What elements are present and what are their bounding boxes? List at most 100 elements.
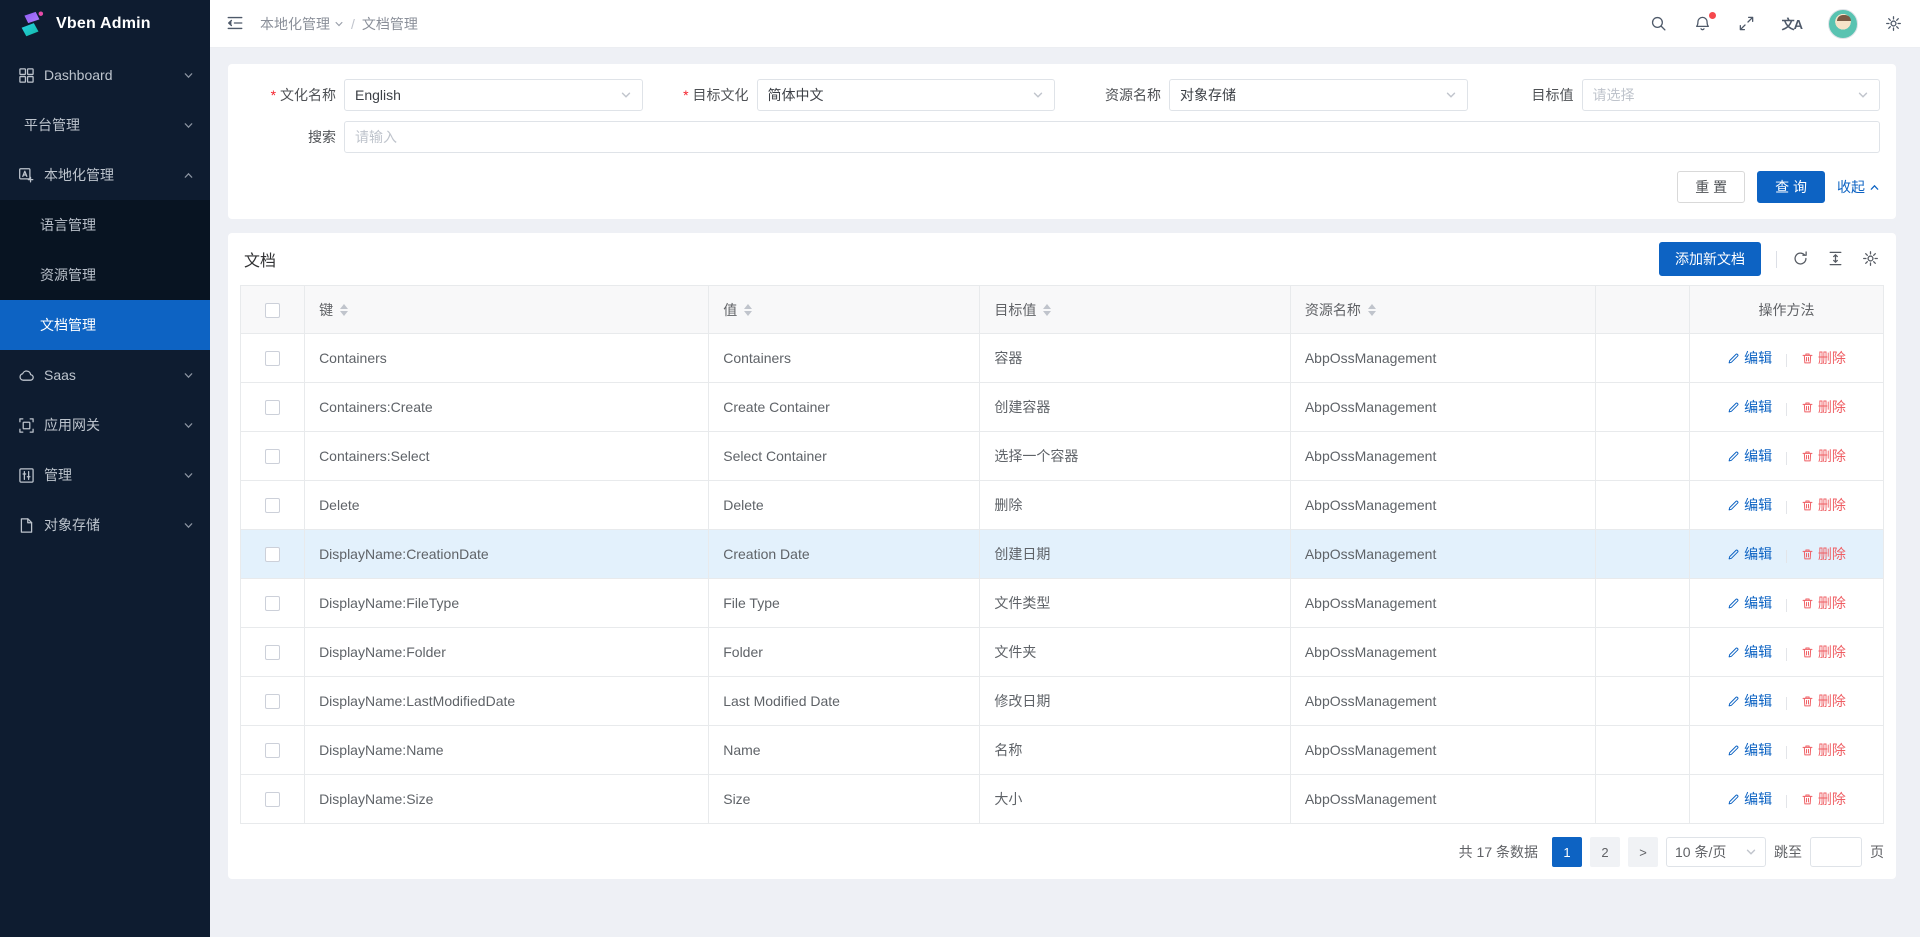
sidebar-menu-item[interactable]: 应用网关 <box>0 400 210 450</box>
cell-empty <box>1596 530 1690 579</box>
refresh-icon[interactable] <box>1792 250 1810 268</box>
sidebar-menu: Dashboard 平台管理 本地化管理 语言管理 资源管理 文档管理 Saas… <box>0 48 210 550</box>
next-page-button[interactable]: > <box>1628 837 1658 867</box>
bell-icon[interactable] <box>1694 15 1712 33</box>
sidebar-submenu-item[interactable]: 语言管理 <box>0 200 210 250</box>
edit-button[interactable]: 编辑 <box>1727 397 1772 417</box>
sidebar-menu-item[interactable]: Dashboard <box>0 50 210 100</box>
delete-button[interactable]: 删除 <box>1801 642 1846 662</box>
search-icon[interactable] <box>1650 15 1668 33</box>
table-row[interactable]: DisplayName:Name Name 名称 AbpOssManagemen… <box>241 726 1884 775</box>
delete-button[interactable]: 删除 <box>1801 446 1846 466</box>
documents-table: 键 值 目标值 资源名称 操作方法 Conta <box>240 285 1884 824</box>
row-checkbox[interactable] <box>265 351 280 366</box>
add-document-button[interactable]: 添加新文档 <box>1659 242 1761 276</box>
sort-icon[interactable] <box>340 304 348 316</box>
sort-icon[interactable] <box>1043 304 1051 316</box>
cell-empty <box>1596 775 1690 824</box>
edit-button[interactable]: 编辑 <box>1727 740 1772 760</box>
select-input[interactable]: 对象存储 <box>1169 79 1468 111</box>
page-button[interactable]: 2 <box>1590 837 1620 867</box>
jump-page-input[interactable] <box>1810 837 1862 867</box>
edit-button[interactable]: 编辑 <box>1727 348 1772 368</box>
delete-button[interactable]: 删除 <box>1801 348 1846 368</box>
table-row[interactable]: Containers:Create Create Container 创建容器 … <box>241 383 1884 432</box>
column-header[interactable]: 值 <box>709 286 980 334</box>
delete-button[interactable]: 删除 <box>1801 593 1846 613</box>
cell-target-value: 创建容器 <box>980 383 1291 432</box>
edit-button[interactable]: 编辑 <box>1727 446 1772 466</box>
row-checkbox[interactable] <box>265 792 280 807</box>
column-header[interactable]: 键 <box>305 286 709 334</box>
page-size-select[interactable]: 10 条/页 <box>1666 837 1766 867</box>
table-row[interactable]: DisplayName:LastModifiedDate Last Modifi… <box>241 677 1884 726</box>
page-button[interactable]: 1 <box>1552 837 1582 867</box>
chevron-down-icon <box>1445 89 1457 101</box>
row-checkbox[interactable] <box>265 596 280 611</box>
edit-button[interactable]: 编辑 <box>1727 495 1772 515</box>
sidebar-menu-item[interactable]: 对象存储 <box>0 500 210 550</box>
row-checkbox[interactable] <box>265 449 280 464</box>
sidebar-submenu-item[interactable]: 资源管理 <box>0 250 210 300</box>
query-button[interactable]: 查 询 <box>1757 171 1825 203</box>
menu-fold-icon[interactable] <box>226 14 246 34</box>
select-input[interactable]: 简体中文 <box>757 79 1056 111</box>
collapse-link[interactable]: 收起 <box>1837 177 1880 197</box>
row-checkbox[interactable] <box>265 694 280 709</box>
column-header[interactable]: 目标值 <box>980 286 1291 334</box>
management-icon <box>18 467 35 484</box>
row-height-icon[interactable] <box>1827 250 1845 268</box>
breadcrumb-parent-label: 本地化管理 <box>260 14 330 34</box>
delete-button[interactable]: 删除 <box>1801 789 1846 809</box>
fullscreen-icon[interactable] <box>1738 15 1756 33</box>
table-row[interactable]: DisplayName:Size Size 大小 AbpOssManagemen… <box>241 775 1884 824</box>
table-row[interactable]: Containers:Select Select Container 选择一个容… <box>241 432 1884 481</box>
row-checkbox[interactable] <box>265 498 280 513</box>
edit-button[interactable]: 编辑 <box>1727 691 1772 711</box>
select-input[interactable]: 请选择 <box>1582 79 1881 111</box>
sidebar-menu-item[interactable]: Saas <box>0 350 210 400</box>
select-all-checkbox[interactable] <box>265 303 280 318</box>
avatar[interactable] <box>1828 9 1858 39</box>
cell-empty <box>1596 432 1690 481</box>
breadcrumb-parent[interactable]: 本地化管理 <box>260 14 344 34</box>
sidebar-menu-item[interactable]: 管理 <box>0 450 210 500</box>
edit-button[interactable]: 编辑 <box>1727 789 1772 809</box>
delete-button[interactable]: 删除 <box>1801 691 1846 711</box>
table-row[interactable]: DisplayName:CreationDate Creation Date 创… <box>241 530 1884 579</box>
edit-button[interactable]: 编辑 <box>1727 642 1772 662</box>
settings-icon[interactable] <box>1862 250 1880 268</box>
search-input[interactable] <box>344 121 1880 153</box>
sidebar-menu-item[interactable]: 本地化管理 <box>0 150 210 200</box>
sidebar-submenu-item[interactable]: 文档管理 <box>0 300 210 350</box>
row-checkbox[interactable] <box>265 743 280 758</box>
row-checkbox[interactable] <box>265 645 280 660</box>
delete-button[interactable]: 删除 <box>1801 544 1846 564</box>
table-row[interactable]: Delete Delete 删除 AbpOssManagement 编辑 删除 <box>241 481 1884 530</box>
filter-grid: 文化名称 English 目标文化 简体中文 资源名称 对象存储 目标值 请选择… <box>244 79 1880 153</box>
translate-icon[interactable]: 文A <box>1782 15 1802 33</box>
select-input[interactable]: English <box>344 79 643 111</box>
delete-button[interactable]: 删除 <box>1801 397 1846 417</box>
table-row[interactable]: DisplayName:Folder Folder 文件夹 AbpOssMana… <box>241 628 1884 677</box>
sort-icon[interactable] <box>1368 304 1376 316</box>
sidebar-menu-item[interactable]: 平台管理 <box>0 100 210 150</box>
edit-button[interactable]: 编辑 <box>1727 593 1772 613</box>
chevron-icon <box>183 520 194 531</box>
column-header[interactable]: 资源名称 <box>1290 286 1596 334</box>
row-checkbox[interactable] <box>265 547 280 562</box>
cell-key: Containers:Select <box>305 432 709 481</box>
breadcrumb-current: 文档管理 <box>362 14 418 34</box>
table-row[interactable]: Containers Containers 容器 AbpOssManagemen… <box>241 334 1884 383</box>
delete-button[interactable]: 删除 <box>1801 495 1846 515</box>
delete-button[interactable]: 删除 <box>1801 740 1846 760</box>
sidebar-item-label: Saas <box>44 367 183 383</box>
row-checkbox[interactable] <box>265 400 280 415</box>
table-row[interactable]: DisplayName:FileType File Type 文件类型 AbpO… <box>241 579 1884 628</box>
edit-button[interactable]: 编辑 <box>1727 544 1772 564</box>
sort-icon[interactable] <box>744 304 752 316</box>
reset-button[interactable]: 重 置 <box>1677 171 1745 203</box>
page-size-value: 10 条/页 <box>1675 842 1726 862</box>
settings-icon[interactable] <box>1884 15 1902 33</box>
trash-icon <box>1801 646 1814 659</box>
